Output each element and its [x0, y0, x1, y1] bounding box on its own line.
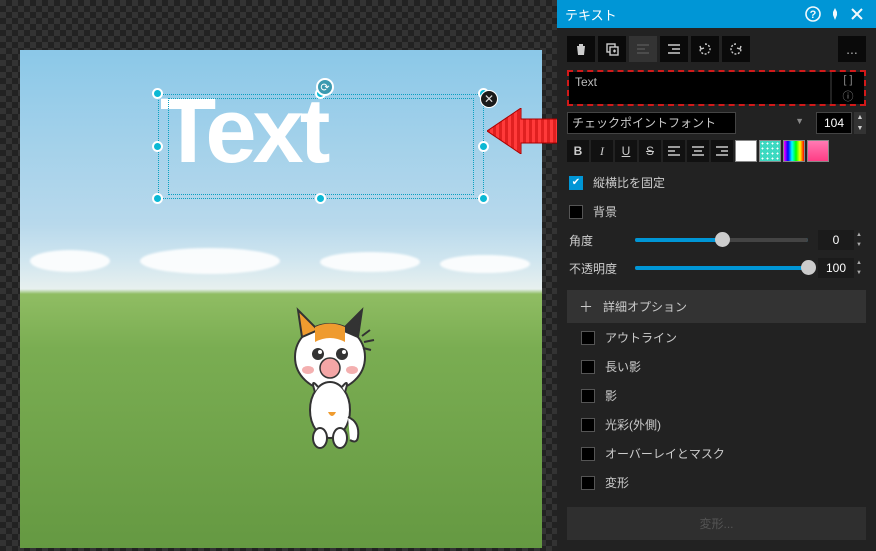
lock-ratio-row[interactable]: ✔ 縦横比を固定 [557, 168, 876, 197]
opacity-row: 不透明度 ▲▼ [557, 254, 876, 282]
font-size-spinner[interactable]: ▲▼ [816, 112, 866, 134]
toolbar: ... [557, 28, 876, 70]
align-disabled [629, 36, 657, 62]
panel-header[interactable]: テキスト ? [557, 0, 876, 28]
opacity-up[interactable]: ▲ [854, 258, 864, 268]
glow-label: 光彩(外側) [605, 416, 661, 433]
more-button[interactable]: ... [838, 36, 866, 62]
angle-down[interactable]: ▼ [854, 240, 864, 250]
handle-w[interactable] [152, 141, 163, 152]
long-shadow-checkbox[interactable] [581, 360, 595, 374]
canvas[interactable]: Text ⟳ ✕ [20, 50, 542, 548]
color-swatch-rainbow[interactable] [783, 140, 805, 162]
font-row: チェックポイントフォント ▲▼ [557, 106, 876, 140]
shadow-row[interactable]: 影 [567, 381, 866, 410]
long-shadow-label: 長い影 [605, 358, 641, 375]
deform-button: 変形... [567, 507, 866, 540]
opacity-down[interactable]: ▼ [854, 268, 864, 278]
advanced-label: 詳細オプション [603, 298, 687, 315]
handle-sw[interactable] [152, 193, 163, 204]
font-size-down[interactable]: ▼ [854, 123, 866, 134]
outline-row[interactable]: アウトライン [567, 323, 866, 352]
rotate-handle[interactable]: ⟳ [316, 78, 334, 96]
bold-button[interactable]: B [567, 140, 589, 162]
text-input-area: Text [ ] ⓘ [567, 70, 866, 106]
svg-text:?: ? [810, 9, 817, 21]
selection-inner-box [168, 98, 474, 195]
font-size-input[interactable] [816, 112, 852, 134]
background-label: 背景 [593, 203, 617, 220]
overlay-checkbox[interactable] [581, 447, 595, 461]
handle-nw[interactable] [152, 88, 163, 99]
plus-icon: ＋ [579, 300, 593, 314]
opacity-label: 不透明度 [569, 260, 625, 277]
handle-e[interactable] [478, 141, 489, 152]
rotate-cw-button[interactable] [722, 36, 750, 62]
background-row[interactable]: 背景 [557, 197, 876, 226]
delete-handle[interactable]: ✕ [480, 90, 498, 108]
strike-button[interactable]: S [639, 140, 661, 162]
angle-row: 角度 ▲▼ [557, 226, 876, 254]
shadow-checkbox[interactable] [581, 389, 595, 403]
align-right-button[interactable] [660, 36, 688, 62]
outline-label: アウトライン [605, 329, 677, 346]
glow-checkbox[interactable] [581, 418, 595, 432]
font-size-up[interactable]: ▲ [854, 112, 866, 123]
long-shadow-row[interactable]: 長い影 [567, 352, 866, 381]
angle-value[interactable] [818, 230, 854, 250]
italic-button[interactable]: I [591, 140, 613, 162]
opacity-value[interactable] [818, 258, 854, 278]
special-chars-button[interactable]: [ ] [832, 72, 864, 88]
deform-label: 変形 [605, 474, 629, 491]
color-swatch-texture[interactable] [759, 140, 781, 162]
lock-ratio-checkbox[interactable]: ✔ [569, 176, 583, 190]
pin-icon[interactable] [824, 3, 846, 25]
style-row: B I U S [557, 140, 876, 168]
text-info-button[interactable]: ⓘ [832, 88, 864, 104]
lock-ratio-label: 縦横比を固定 [593, 174, 665, 191]
text-input[interactable]: Text [569, 72, 830, 104]
overlay-row[interactable]: オーバーレイとマスク [567, 439, 866, 468]
angle-slider[interactable] [635, 238, 808, 242]
deform-row[interactable]: 変形 [567, 468, 866, 497]
close-icon[interactable] [846, 3, 868, 25]
color-swatch-white[interactable] [735, 140, 757, 162]
handle-s[interactable] [315, 193, 326, 204]
align-center-button[interactable] [687, 140, 709, 162]
text-panel: テキスト ? ... Text [ ] ⓘ チェックポイントフォント ▲▼ [557, 0, 876, 551]
align-right2-button[interactable] [711, 140, 733, 162]
outline-checkbox[interactable] [581, 331, 595, 345]
delete-button[interactable] [567, 36, 595, 62]
angle-up[interactable]: ▲ [854, 230, 864, 240]
duplicate-button[interactable] [598, 36, 626, 62]
clouds [20, 230, 542, 280]
background-checkbox[interactable] [569, 205, 583, 219]
align-left-button[interactable] [663, 140, 685, 162]
rotate-ccw-button[interactable] [691, 36, 719, 62]
panel-title: テキスト [565, 5, 802, 24]
deform-checkbox[interactable] [581, 476, 595, 490]
color-swatch-pink[interactable] [807, 140, 829, 162]
help-icon[interactable]: ? [802, 3, 824, 25]
font-select[interactable]: チェックポイントフォント [567, 112, 736, 134]
glow-row[interactable]: 光彩(外側) [567, 410, 866, 439]
overlay-label: オーバーレイとマスク [605, 445, 725, 462]
opacity-slider[interactable] [635, 266, 808, 270]
angle-label: 角度 [569, 232, 625, 249]
handle-se[interactable] [478, 193, 489, 204]
advanced-toggle[interactable]: ＋ 詳細オプション [567, 290, 866, 323]
cat-image [280, 302, 390, 462]
underline-button[interactable]: U [615, 140, 637, 162]
shadow-label: 影 [605, 387, 617, 404]
